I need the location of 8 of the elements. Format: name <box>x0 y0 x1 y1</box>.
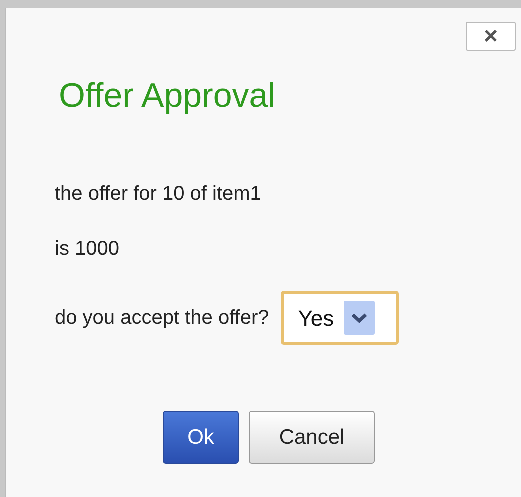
message-text: is 1000 <box>55 239 120 259</box>
cancel-button[interactable]: Cancel <box>249 411 375 464</box>
answer-select[interactable]: Yes <box>281 291 400 345</box>
dialog-title: Offer Approval <box>59 79 277 113</box>
question-label: do you accept the offer? <box>55 306 270 331</box>
ok-button[interactable]: Ok <box>163 411 239 464</box>
close-button[interactable]: × <box>466 22 516 51</box>
message-text: the offer for 10 of item1 <box>55 184 262 204</box>
